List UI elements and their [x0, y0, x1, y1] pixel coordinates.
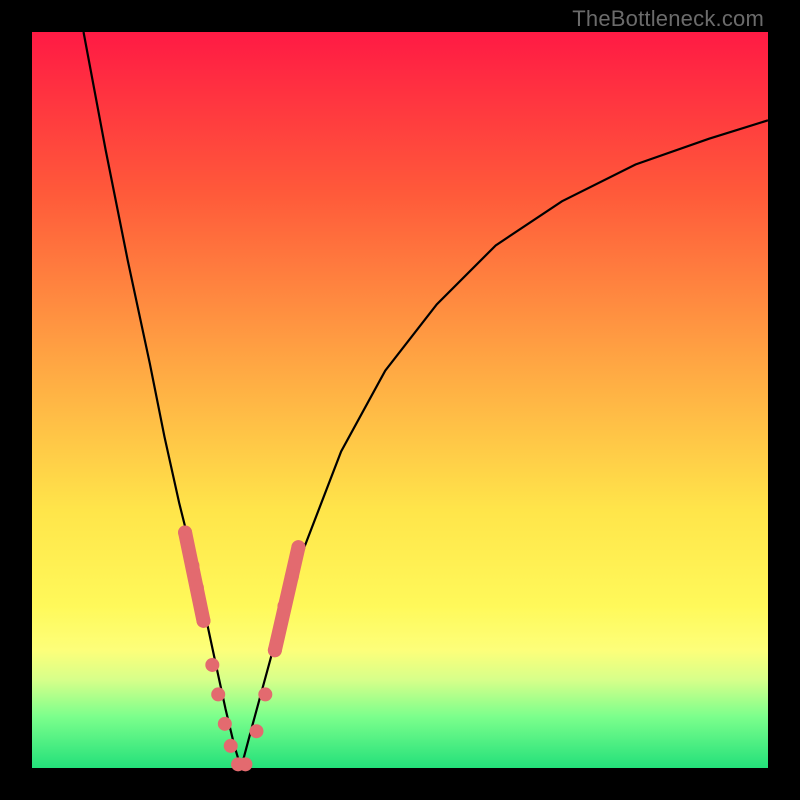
marker-dot [205, 658, 219, 672]
left-tail-curve [84, 32, 242, 768]
marker-capsule [275, 547, 299, 650]
marker-dot [211, 687, 225, 701]
marker-dot [224, 739, 238, 753]
right-tail-curve [241, 120, 768, 768]
marker-dot [277, 599, 291, 613]
marker-dot [190, 581, 204, 595]
chart-svg [32, 32, 768, 768]
marker-dot [238, 757, 252, 771]
marker-dot [268, 643, 282, 657]
watermark-text: TheBottleneck.com [572, 6, 764, 32]
marker-dot [178, 525, 192, 539]
marker-group [178, 525, 305, 771]
marker-dot [285, 570, 299, 584]
marker-dot [185, 559, 199, 573]
marker-dot [196, 614, 210, 628]
marker-dot [249, 724, 263, 738]
marker-capsule [185, 532, 203, 620]
marker-dot [218, 717, 232, 731]
marker-dot [291, 540, 305, 554]
marker-dot [258, 687, 272, 701]
